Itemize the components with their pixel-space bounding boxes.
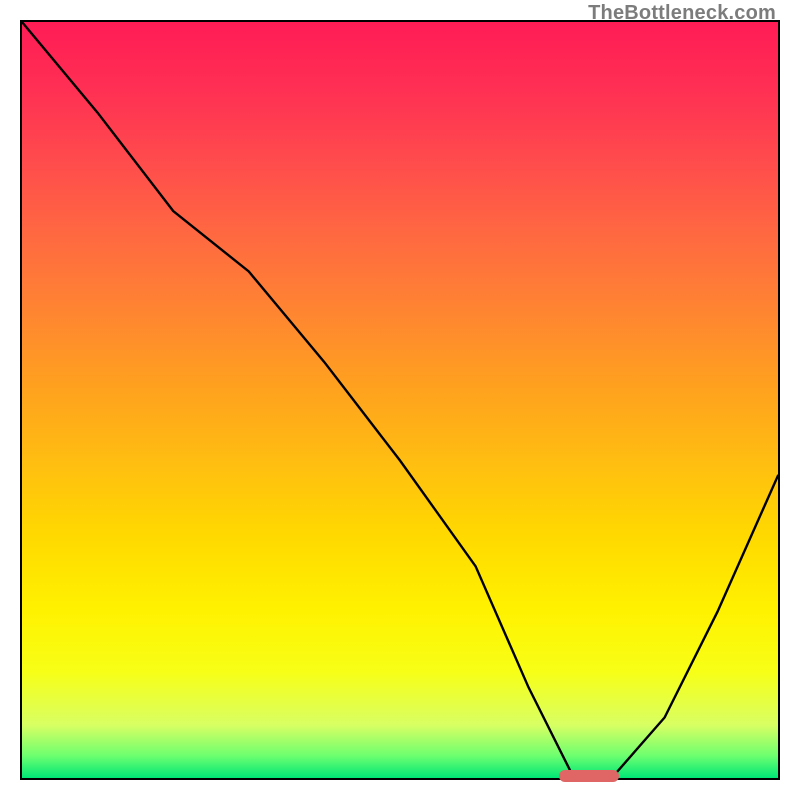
bottleneck-curve xyxy=(22,22,778,778)
optimal-marker xyxy=(559,770,619,782)
plot-area xyxy=(20,20,780,780)
bottleneck-chart: TheBottleneck.com xyxy=(0,0,800,800)
